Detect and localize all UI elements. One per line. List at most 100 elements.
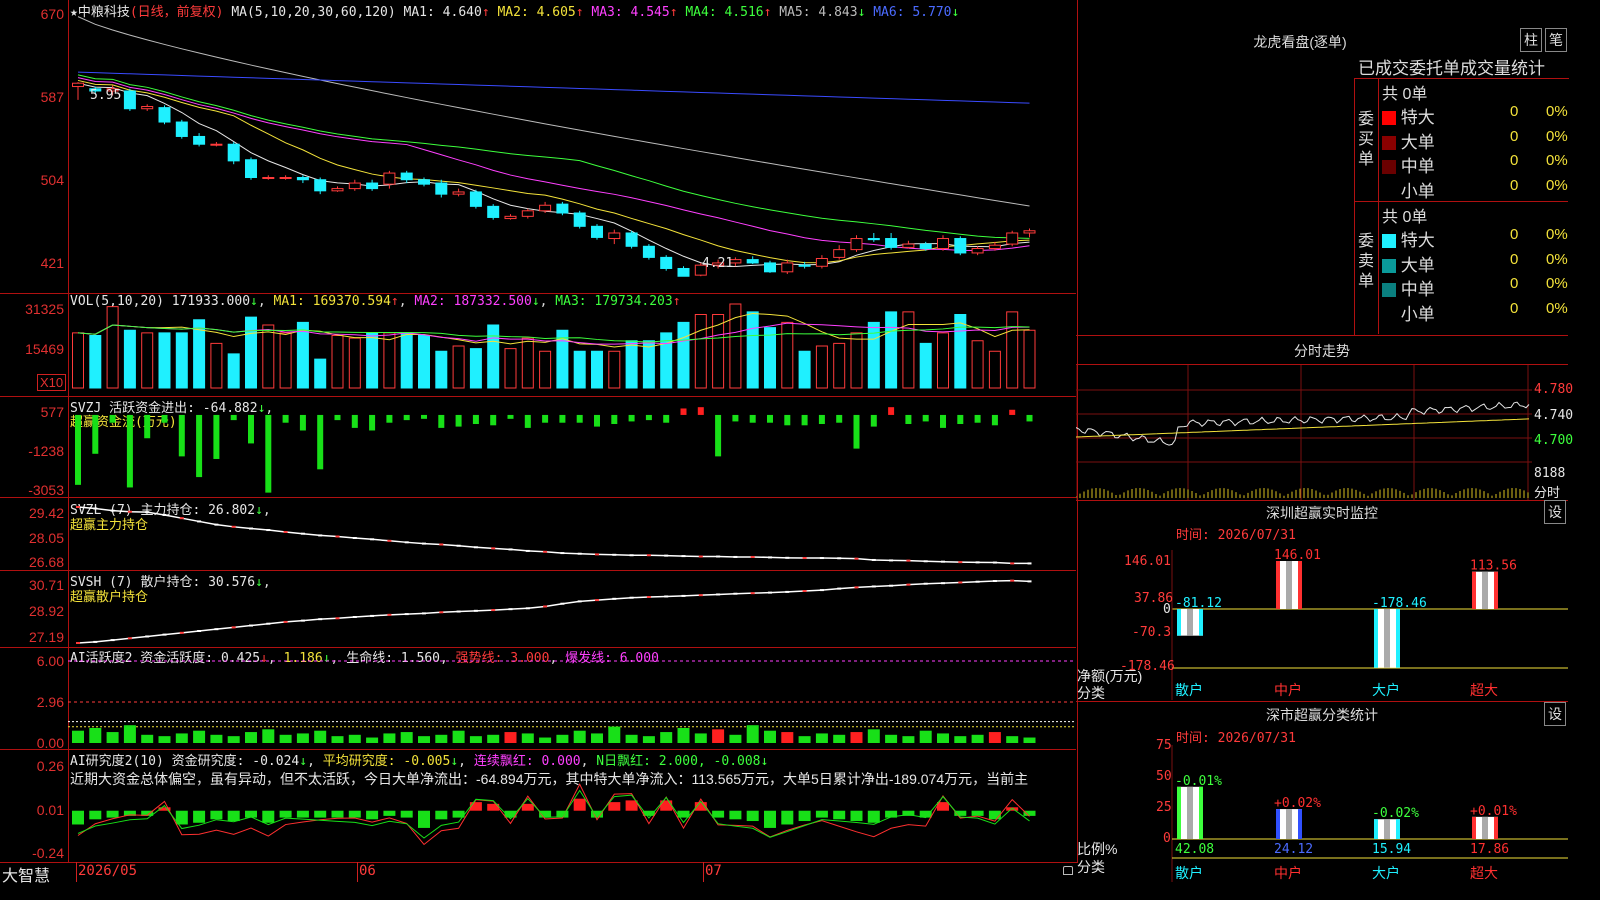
buy-total: 共 0单: [1382, 86, 1428, 103]
intraday-chart[interactable]: [1076, 365, 1568, 500]
stats-bar-edge: [1494, 816, 1498, 839]
svsh-point: [1010, 579, 1015, 582]
svzl-point: [923, 560, 928, 563]
ma120-line: [77, 71, 1030, 104]
fund-flow-bar: [126, 414, 133, 488]
volume-bar: [712, 314, 725, 389]
svsh-point: [595, 599, 599, 602]
svsh-point: [352, 616, 357, 618]
stats-value-label: 15.94: [1372, 842, 1411, 857]
research-bar: [383, 810, 396, 816]
tab-bar[interactable]: 柱: [1520, 28, 1542, 52]
ai2-chart[interactable]: [68, 750, 1076, 862]
fund-flow-bar: [905, 414, 912, 425]
candle-body: [1006, 232, 1019, 245]
svzl-point: [975, 561, 980, 564]
ai2-axis-top: 0.26: [36, 758, 64, 774]
svsh-axis-mid: 28.92: [28, 603, 64, 619]
tab-trade[interactable]: 笔: [1545, 28, 1567, 52]
row-count: 0: [1510, 299, 1519, 317]
svsh-point: [941, 582, 945, 585]
xaxis-date-jul: [703, 862, 704, 882]
candle-body: [279, 177, 292, 180]
row-color-swatch: [1382, 135, 1396, 150]
lhb-row: 中单 0 0%: [1382, 275, 1568, 300]
volume-bar: [902, 311, 915, 389]
svzl-point: [889, 559, 894, 562]
volume-bar: [919, 342, 932, 389]
sell-total: 共 0单: [1382, 209, 1428, 226]
activity-bar: [175, 733, 188, 743]
sz-monitor-title: 深圳超赢实时监控: [1266, 505, 1378, 521]
svzl-chart[interactable]: [68, 499, 1076, 570]
svsh-point: [889, 584, 894, 587]
sz-monitor-bottom-divider: [1076, 701, 1568, 702]
sz-stats-settings-button[interactable]: 设: [1544, 702, 1566, 726]
fund-flow-bar: [265, 414, 272, 493]
stats-category-label: 中户: [1274, 865, 1302, 881]
row-color-swatch: [1382, 184, 1396, 199]
stats-bar-edge: [1298, 809, 1302, 839]
candle-body: [262, 177, 275, 180]
stats-category-label: 大户: [1372, 865, 1400, 881]
activity-bar: [902, 736, 915, 743]
research-bar: [764, 810, 776, 828]
volume-bar: [348, 337, 361, 389]
sz-stats-chart[interactable]: -0.01% 42.08 散户 +0.02% 24.12 中户 -0.02% 15.94 大户 +…: [1076, 740, 1568, 882]
candle-body: [314, 179, 327, 192]
row-color-swatch: [1382, 111, 1396, 125]
volume-bar: [1023, 329, 1036, 389]
activity-bar: [210, 734, 223, 743]
monitor-bar-shade: [1286, 561, 1292, 609]
fund-flow-bar: [230, 414, 237, 421]
activity-bar: [591, 733, 603, 743]
row-percent: 0%: [1546, 250, 1568, 268]
research-bar: [867, 810, 880, 823]
svsh-point: [249, 624, 253, 627]
svsh-point: [473, 609, 478, 612]
volume-chart[interactable]: [68, 294, 1076, 396]
svsh-point: [612, 597, 617, 600]
svzl-point: [404, 541, 409, 544]
svzl-point: [854, 557, 859, 560]
ai1-chart[interactable]: [68, 647, 1076, 749]
svsh-point: [491, 609, 496, 612]
svzj-chart[interactable]: [68, 397, 1076, 497]
candle-body: [833, 249, 846, 258]
sz-stats-axis-25: 25: [1156, 800, 1172, 815]
fund-flow-bar: [92, 414, 99, 454]
xaxis-date-may: [76, 862, 77, 882]
volume-bar: [591, 350, 603, 389]
monitor-category-label: 大户: [1372, 682, 1400, 698]
svzl-point: [370, 538, 375, 541]
activity-bar: [712, 729, 725, 743]
candle-body: [746, 259, 759, 264]
activity-bar: [746, 725, 759, 743]
volume-bar: [175, 332, 188, 389]
sz-monitor-settings-button[interactable]: 设: [1544, 500, 1566, 524]
sz-stats-title: 深市超赢分类统计: [1266, 707, 1378, 723]
svsh-chart[interactable]: [68, 571, 1076, 647]
stats-bar-edge: [1472, 816, 1476, 839]
research-bar: [279, 810, 292, 818]
svzl-point: [612, 553, 617, 556]
volume-bar: [573, 350, 586, 389]
row-count: 0: [1510, 127, 1519, 145]
price-chart[interactable]: [68, 0, 1076, 294]
research-bar: [573, 798, 586, 811]
svsh-point: [646, 596, 651, 598]
activity-bar: [314, 730, 327, 743]
row-color-swatch: [1382, 283, 1396, 297]
brand-label[interactable]: 大智慧: [2, 862, 50, 886]
svzl-point: [802, 557, 807, 560]
svsh-point: [283, 620, 288, 623]
lock-icon[interactable]: [1063, 866, 1073, 875]
svsh-point: [76, 642, 80, 644]
svsh-point: [179, 631, 184, 634]
candle-body: [469, 191, 482, 207]
svsh-point: [404, 613, 409, 616]
svzl-point: [525, 549, 530, 552]
svsh-point: [214, 628, 219, 631]
volume-bar: [521, 337, 534, 389]
activity-bar: [954, 736, 967, 743]
